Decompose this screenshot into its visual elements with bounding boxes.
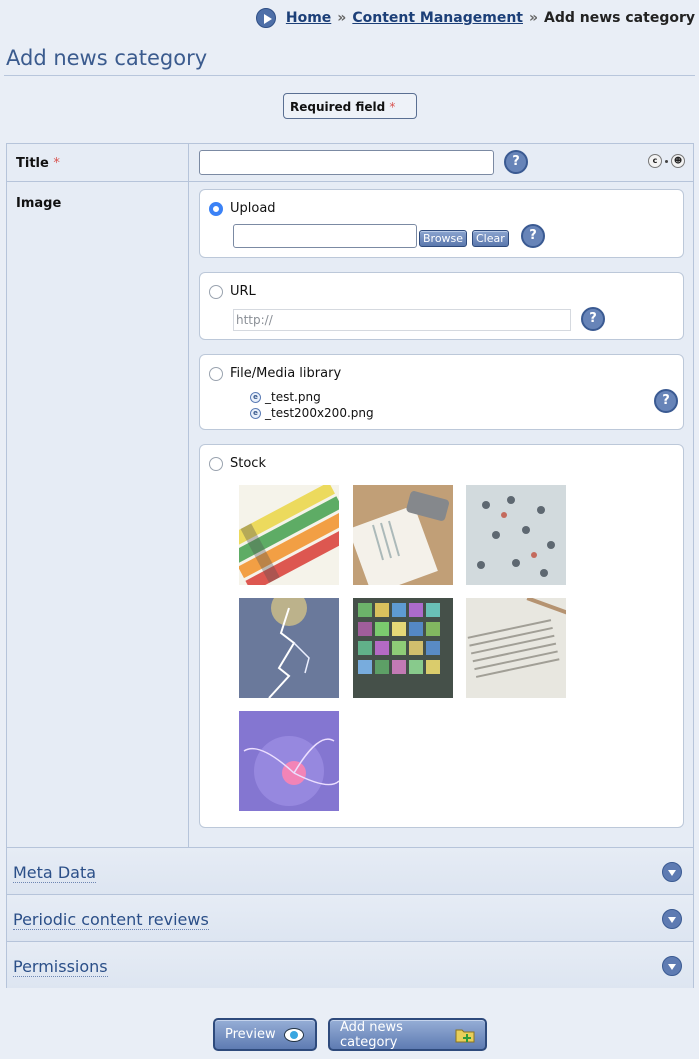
breadcrumb: Home » Content Management » Add news cat… <box>255 8 695 28</box>
chevron-down-icon[interactable] <box>662 862 682 882</box>
page-title: Add news category <box>6 46 208 70</box>
copyright-icon[interactable]: c <box>648 154 662 168</box>
preview-button-label: Preview <box>225 1027 276 1042</box>
library-file-item[interactable]: e _test200x200.png <box>250 406 374 420</box>
url-help-icon[interactable]: ? <box>581 307 605 331</box>
url-input[interactable]: http:// <box>233 309 571 331</box>
title-help-icon[interactable]: ? <box>504 150 528 174</box>
media-library-panel: File/Media library e _test.png e _test20… <box>199 354 684 430</box>
url-option-label: URL <box>230 284 256 299</box>
upload-option-label: Upload <box>230 201 276 216</box>
stock-image-crowd[interactable] <box>466 485 566 585</box>
stock-radio[interactable] <box>209 457 223 471</box>
library-help-icon[interactable]: ? <box>654 389 678 413</box>
library-file-item[interactable]: e _test.png <box>250 390 321 404</box>
play-icon <box>255 8 276 28</box>
upload-file-input[interactable] <box>233 224 417 248</box>
title-label: Title * <box>16 156 60 171</box>
required-field-label: Required field <box>290 100 386 114</box>
upload-radio[interactable] <box>209 202 223 216</box>
breadcrumb-current: Add news category <box>544 10 695 26</box>
add-button-label: Add news category <box>340 1019 403 1050</box>
library-file-name: _test200x200.png <box>265 406 374 420</box>
library-file-name: _test.png <box>265 390 321 404</box>
eye-icon <box>283 1027 304 1042</box>
news-category-form: Title * ? c ☻ Image Upload Browse Clear … <box>6 143 694 988</box>
url-radio[interactable] <box>209 285 223 299</box>
breadcrumb-separator: » <box>528 10 539 26</box>
image-label: Image <box>16 196 62 211</box>
periodic-reviews-toggle[interactable]: Periodic content reviews <box>13 910 209 930</box>
required-field-legend: Required field * <box>283 93 417 119</box>
dot-separator <box>665 159 668 163</box>
preview-button[interactable]: Preview <box>213 1018 317 1051</box>
title-tools: c ☻ <box>648 154 685 168</box>
add-news-category-button[interactable]: Add news category <box>328 1018 487 1051</box>
required-star: * <box>389 100 396 114</box>
breadcrumb-separator: » <box>337 10 347 26</box>
label-column <box>7 144 189 847</box>
library-radio[interactable] <box>209 367 223 381</box>
browse-button[interactable]: Browse <box>419 230 468 247</box>
breadcrumb-home-link[interactable]: Home <box>286 10 331 26</box>
title-label-text: Title <box>16 156 49 171</box>
stock-option-label: Stock <box>230 456 266 471</box>
glasses-icon[interactable]: ☻ <box>671 154 685 168</box>
chevron-down-icon[interactable] <box>662 909 682 929</box>
title-divider <box>4 75 695 76</box>
title-input[interactable] <box>199 150 494 175</box>
folder-add-icon <box>455 1027 475 1043</box>
periodic-content-reviews-section[interactable]: Periodic content reviews <box>7 894 693 941</box>
title-required-star: * <box>53 156 60 171</box>
file-icon: e <box>250 391 261 403</box>
url-panel: URL http:// ? <box>199 272 684 340</box>
stock-image-video-wall[interactable] <box>353 598 453 698</box>
chevron-down-icon[interactable] <box>662 956 682 976</box>
library-option-label: File/Media library <box>230 366 342 381</box>
stock-image-notebook-phone[interactable] <box>353 485 453 585</box>
meta-data-section[interactable]: Meta Data <box>7 847 693 894</box>
stock-image-lightning[interactable] <box>239 598 339 698</box>
title-row: Title * ? c ☻ <box>7 144 693 182</box>
stock-image-crayons[interactable] <box>239 485 339 585</box>
upload-panel: Upload Browse Clear ? <box>199 189 684 258</box>
permissions-section[interactable]: Permissions <box>7 941 693 988</box>
breadcrumb-content-management-link[interactable]: Content Management <box>352 10 523 26</box>
permissions-toggle[interactable]: Permissions <box>13 957 108 977</box>
file-icon: e <box>250 407 261 419</box>
stock-image-plasma-ball[interactable] <box>239 711 339 811</box>
stock-images-panel: Stock <box>199 444 684 828</box>
meta-data-toggle[interactable]: Meta Data <box>13 863 97 883</box>
stock-image-newspaper[interactable] <box>466 598 566 698</box>
clear-button[interactable]: Clear <box>472 230 509 247</box>
upload-help-icon[interactable]: ? <box>521 224 545 248</box>
